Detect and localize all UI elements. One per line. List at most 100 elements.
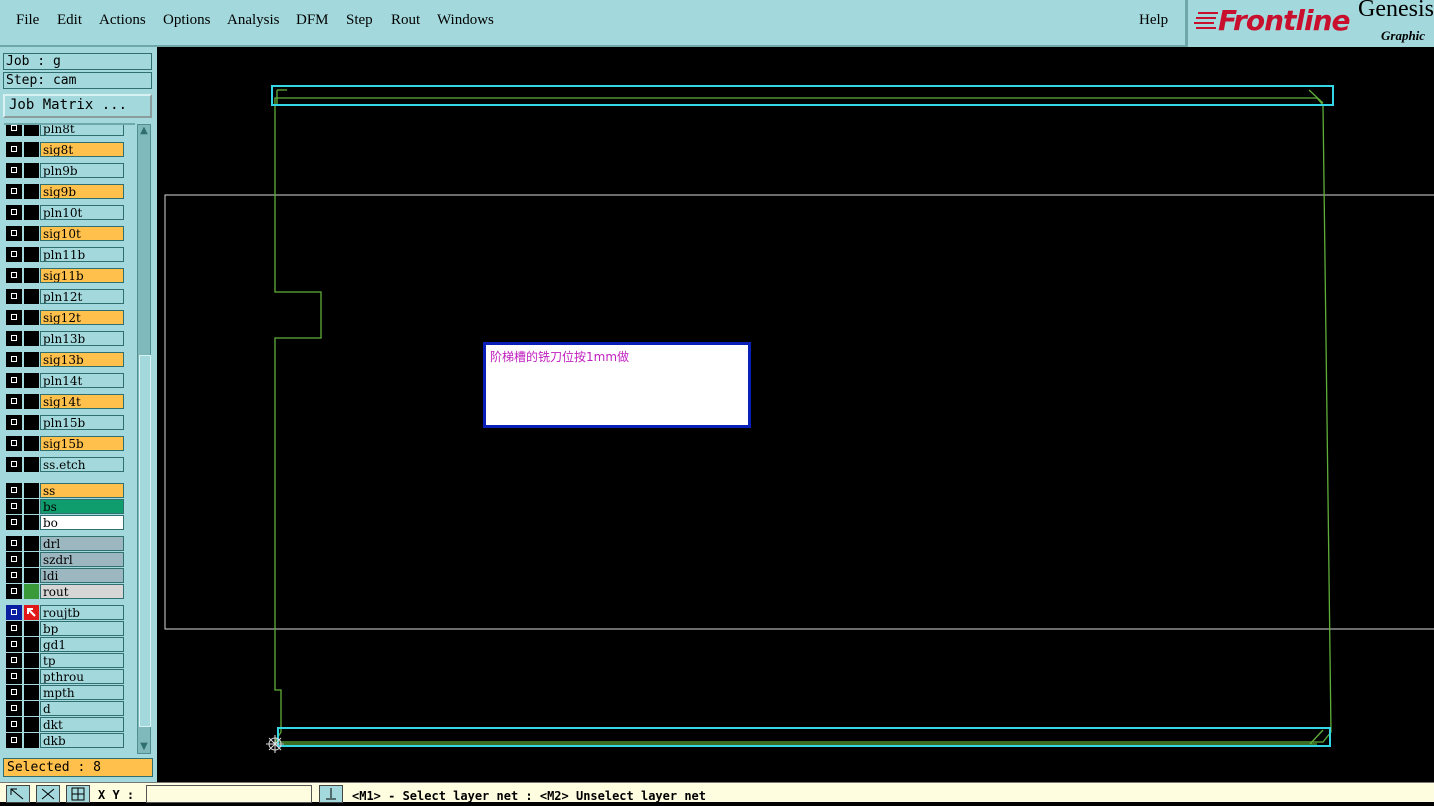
layer-checkbox[interactable] [6,415,22,430]
grid-tool-icon[interactable] [66,785,90,803]
layer-name[interactable]: bs [40,499,124,514]
layer-checkbox[interactable] [6,701,22,716]
layer-row-ldi[interactable]: ldi [4,568,128,584]
layer-name[interactable]: pln11b [40,247,124,262]
layer-row-sig8t[interactable]: sig8t [4,142,128,158]
layer-row-tp[interactable]: tp [4,653,128,669]
layer-name[interactable]: pthrou [40,669,124,684]
layer-row-sig10t[interactable]: sig10t [4,226,128,242]
layer-name[interactable]: pln9b [40,163,124,178]
layer-row-bs[interactable]: bs [4,499,128,515]
layer-name[interactable]: pln15b [40,415,124,430]
layer-row-pthrou[interactable]: pthrou [4,669,128,685]
layer-name[interactable]: bp [40,621,124,636]
layer-row-pln10t[interactable]: pln10t [4,205,128,221]
scroll-thumb[interactable] [139,355,151,727]
layer-row-sig13b[interactable]: sig13b [4,352,128,368]
arrow-tool-icon[interactable] [6,785,30,803]
layer-checkbox[interactable] [6,515,22,530]
layer-name[interactable]: sig11b [40,268,124,283]
layer-name[interactable]: pln12t [40,289,124,304]
graphic-canvas[interactable]: 阶梯槽的铣刀位按1mm做 [157,50,1434,782]
layer-name[interactable]: dkb [40,733,124,748]
layer-row-ss[interactable]: ss [4,483,128,499]
layer-checkbox[interactable] [6,637,22,652]
scroll-up-icon[interactable]: ▲ [138,125,150,137]
layer-name[interactable]: dkt [40,717,124,732]
layer-checkbox[interactable] [6,605,22,620]
layer-checkbox[interactable] [6,226,22,241]
layer-checkbox[interactable] [6,733,22,748]
layer-name[interactable]: sig8t [40,142,124,157]
layer-name[interactable]: roujtb [40,605,124,620]
layer-row-rout[interactable]: rout [4,584,128,600]
layer-checkbox[interactable] [6,352,22,367]
layer-checkbox[interactable] [6,163,22,178]
layer-name[interactable]: szdrl [40,552,124,567]
layer-checkbox[interactable] [6,142,22,157]
layer-name[interactable]: mpth [40,685,124,700]
layer-name[interactable]: sig9b [40,184,124,199]
layer-name[interactable]: pln14t [40,373,124,388]
layer-name[interactable]: tp [40,653,124,668]
layer-name[interactable]: pln13b [40,331,124,346]
menu-help[interactable]: Help [1139,12,1168,29]
menu-step[interactable]: Step [346,12,373,29]
layer-checkbox[interactable] [6,621,22,636]
layer-list-scrollbar[interactable]: ▲ ▼ [137,124,151,754]
layer-row-dkb[interactable]: dkb [4,733,128,749]
menu-actions[interactable]: Actions [99,12,146,29]
snap-toggle-icon[interactable] [319,785,343,803]
layer-row-bp[interactable]: bp [4,621,128,637]
layer-checkbox[interactable] [6,568,22,583]
layer-name[interactable]: pln8t [40,125,124,136]
layer-row-pln12t[interactable]: pln12t [4,289,128,305]
layer-row-pln14t[interactable]: pln14t [4,373,128,389]
layer-checkbox[interactable] [6,669,22,684]
layer-name[interactable]: d [40,701,124,716]
layer-row-pln13b[interactable]: pln13b [4,331,128,347]
menu-options[interactable]: Options [163,12,211,29]
layer-checkbox[interactable] [6,125,22,136]
measure-tool-icon[interactable] [36,785,60,803]
layer-checkbox[interactable] [6,584,22,599]
layer-checkbox[interactable] [6,184,22,199]
layer-row-sig14t[interactable]: sig14t [4,394,128,410]
layer-row-ss.etch[interactable]: ss.etch [4,457,128,473]
layer-name[interactable]: sig15b [40,436,124,451]
layer-checkbox[interactable] [6,685,22,700]
layer-row-d[interactable]: d [4,701,128,717]
layer-name[interactable]: drl [40,536,124,551]
layer-checkbox[interactable] [6,247,22,262]
layer-checkbox[interactable] [6,289,22,304]
layer-checkbox[interactable] [6,653,22,668]
menu-rout[interactable]: Rout [391,12,420,29]
layer-row-bo[interactable]: bo [4,515,128,531]
xy-input[interactable] [146,785,312,803]
layer-row-pln9b[interactable]: pln9b [4,163,128,179]
layer-row-pln15b[interactable]: pln15b [4,415,128,431]
layer-checkbox[interactable] [6,310,22,325]
layer-checkbox[interactable] [6,394,22,409]
layer-name[interactable]: sig10t [40,226,124,241]
layer-row-szdrl[interactable]: szdrl [4,552,128,568]
layer-name[interactable]: sig13b [40,352,124,367]
layer-name[interactable]: ss.etch [40,457,124,472]
layer-name[interactable]: ss [40,483,124,498]
note-textbox[interactable]: 阶梯槽的铣刀位按1mm做 [483,342,751,428]
layer-row-sig12t[interactable]: sig12t [4,310,128,326]
layer-row-pln8t[interactable]: pln8t [4,125,128,137]
menu-file[interactable]: File [16,12,39,29]
menu-analysis[interactable]: Analysis [227,12,280,29]
layer-checkbox[interactable] [6,205,22,220]
menu-edit[interactable]: Edit [57,12,82,29]
layer-row-dkt[interactable]: dkt [4,717,128,733]
layer-checkbox[interactable] [6,457,22,472]
job-matrix-button[interactable]: Job Matrix ... [3,94,152,118]
layer-checkbox[interactable] [6,331,22,346]
layer-name[interactable]: gd1 [40,637,124,652]
layer-row-sig15b[interactable]: sig15b [4,436,128,452]
menu-windows[interactable]: Windows [437,12,494,29]
layer-checkbox[interactable] [6,268,22,283]
layer-checkbox[interactable] [6,536,22,551]
